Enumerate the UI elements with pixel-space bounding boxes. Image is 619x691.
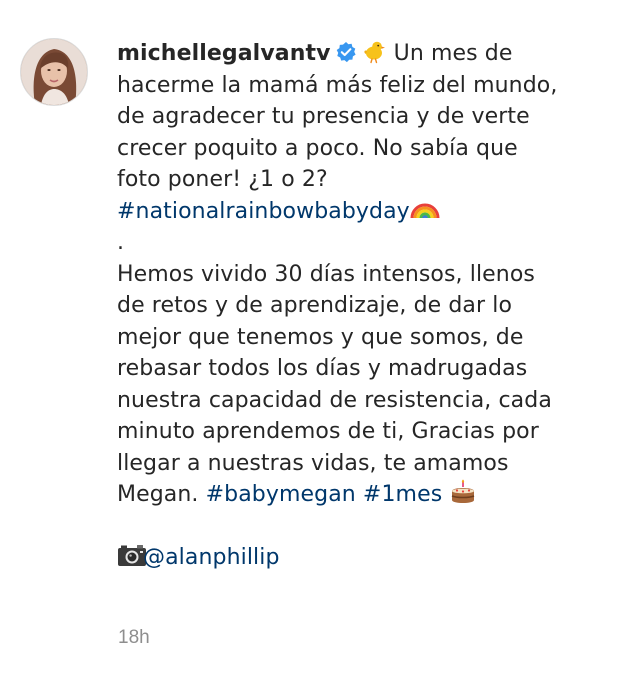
body-line-6: minuto aprendemos de ti, Gracias por	[117, 419, 539, 444]
hashtag-nationalrainbowbabyday[interactable]: #nationalrainbowbabyday	[117, 199, 410, 224]
avatar-photo	[21, 39, 87, 105]
caption-line-4: crecer poquito a poco. No sabía que	[117, 135, 518, 161]
hashtag-1mes[interactable]: #1mes	[363, 482, 442, 507]
caption-text: michellegalvantv Un mes de hacerme la ma…	[117, 38, 600, 574]
body-line-3: mejor que tenemos y que somos, de	[117, 324, 524, 350]
photographer-mention-link[interactable]: @alanphillip	[143, 545, 280, 570]
dot-separator: .	[117, 230, 125, 255]
rainbow-emoji-icon	[410, 196, 440, 222]
camera-emoji-icon	[117, 542, 146, 568]
caption-comment: michellegalvantv Un mes de hacerme la ma…	[20, 38, 600, 574]
username-link[interactable]: michellegalvantv	[117, 41, 331, 66]
caption-line-5: foto poner! ¿1 o 2?	[117, 167, 328, 192]
caption-line-1-text: Un mes de	[393, 41, 513, 66]
baby-chick-emoji-icon	[361, 38, 387, 64]
body-line-4: rebasar todos los días y madrugadas	[117, 356, 528, 381]
post-timestamp[interactable]: 18h	[118, 627, 150, 649]
verified-badge-icon	[335, 41, 357, 63]
caption-line-1: michellegalvantv Un mes de	[117, 38, 600, 70]
body-line-8-text: Megan.	[117, 482, 199, 507]
body-line-8: Megan. #babymegan #1mes	[117, 479, 600, 511]
body-line-1: Hemos vivido 30 días intensos, llenos	[117, 261, 535, 287]
body-line-2: de retos y de aprendizaje, de dar lo	[117, 293, 513, 318]
hashtag-babymegan[interactable]: #babymegan	[206, 482, 356, 507]
photo-credit-line: @alanphillip	[117, 542, 600, 574]
hashtag-line-rainbow: #nationalrainbowbabyday	[117, 196, 600, 228]
caption-line-3: de agradecer tu presencia y de verte	[117, 104, 530, 129]
avatar[interactable]	[20, 38, 88, 106]
birthday-cake-emoji-icon	[449, 479, 475, 505]
body-line-7: llegar a nuestras vidas, te amamos	[117, 450, 509, 476]
body-line-5: nuestra capacidad de resistencia, cada	[117, 387, 552, 413]
caption-line-2: hacerme la mamá más feliz del mundo,	[117, 72, 558, 98]
